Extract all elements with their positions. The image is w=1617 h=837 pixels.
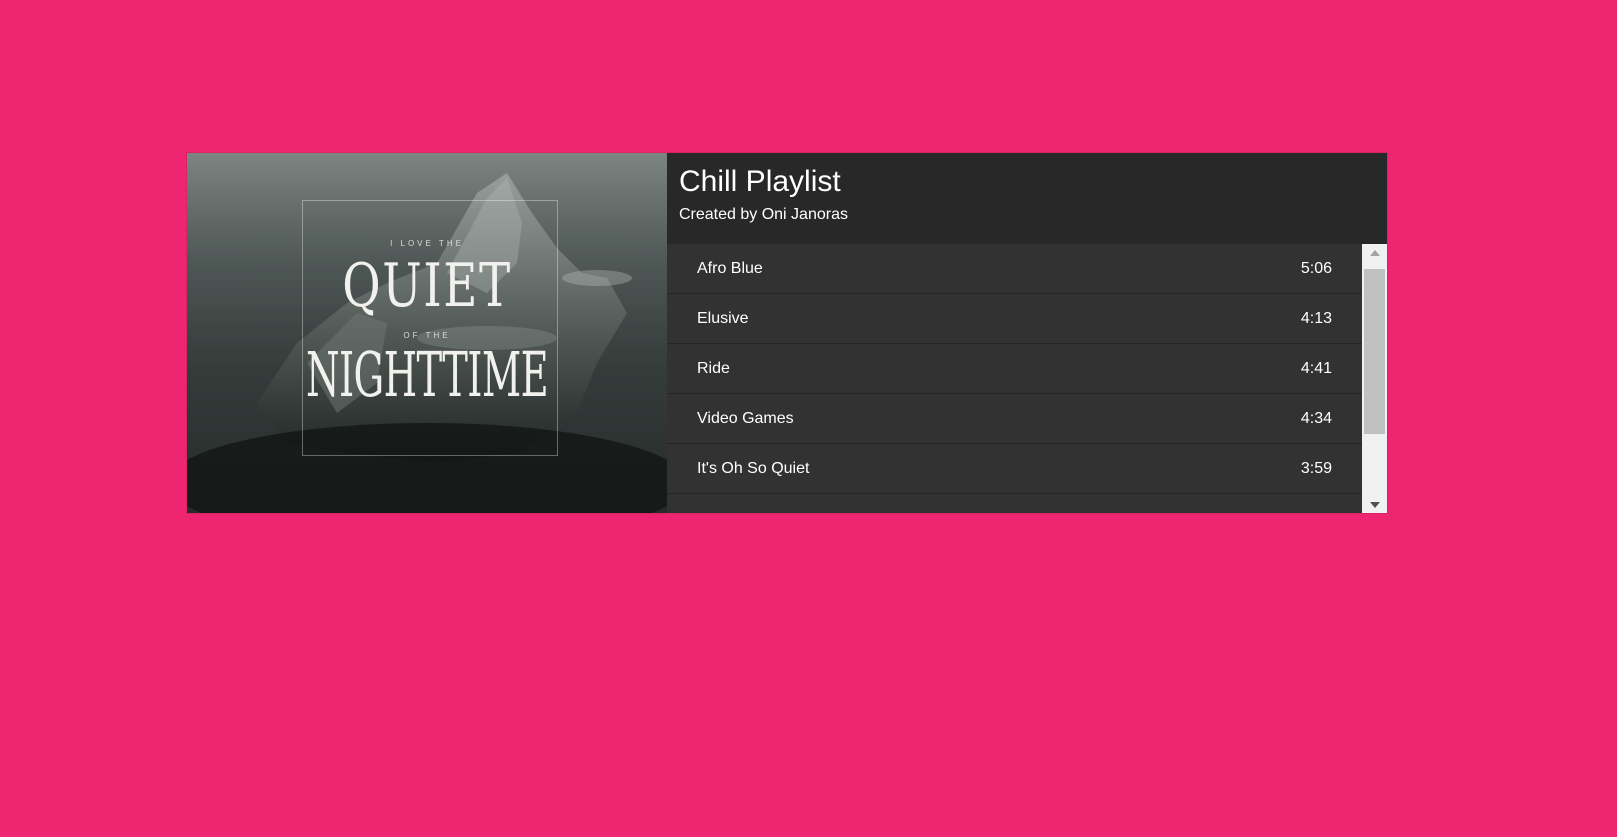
triangle-up-icon [1369,249,1380,256]
track-duration: 4:13 [1300,309,1332,327]
playlist-widget: I LOVE THE QUIET OF THE NIGHTTIME Chill … [187,153,1387,513]
track-name: Afro Blue [697,259,763,277]
cover-text-line1: I LOVE THE [390,239,464,248]
album-cover: I LOVE THE QUIET OF THE NIGHTTIME [187,153,667,513]
scroll-down-button[interactable] [1362,496,1387,513]
playlist-title: Chill Playlist [679,165,841,198]
track-row[interactable]: Afro Blue 5:06 [667,244,1362,294]
playlist-panel: Chill Playlist Created by Oni Janoras Af… [667,153,1387,513]
track-row[interactable]: Ride 4:41 [667,344,1362,394]
playlist-header: Chill Playlist Created by Oni Janoras [667,153,1387,244]
scrollbar-thumb[interactable] [1364,269,1385,434]
track-name: Video Games [697,409,794,427]
track-list: Afro Blue 5:06 Elusive 4:13 Ride 4:41 Vi… [667,244,1362,513]
track-row[interactable]: Video Games 4:34 [667,394,1362,444]
track-duration: 4:34 [1300,409,1332,427]
playlist-subtitle: Created by Oni Janoras [679,206,848,223]
triangle-down-icon [1369,501,1380,508]
scrollbar[interactable] [1362,244,1387,513]
track-name: Ride [697,359,730,377]
track-name: It's Oh So Quiet [697,459,810,477]
scroll-up-button[interactable] [1362,244,1387,261]
track-duration: 5:06 [1300,259,1332,277]
track-list-container: Afro Blue 5:06 Elusive 4:13 Ride 4:41 Vi… [667,244,1387,513]
track-duration: 3:59 [1300,459,1332,477]
track-row[interactable]: It's Oh So Quiet 3:59 [667,444,1362,494]
track-duration: 4:41 [1300,359,1332,377]
track-row[interactable]: Elusive 4:13 [667,294,1362,344]
track-name: Elusive [697,309,749,327]
cover-text-quiet: QUIET [342,251,512,321]
cover-text-nighttime: NIGHTTIME [305,338,549,411]
